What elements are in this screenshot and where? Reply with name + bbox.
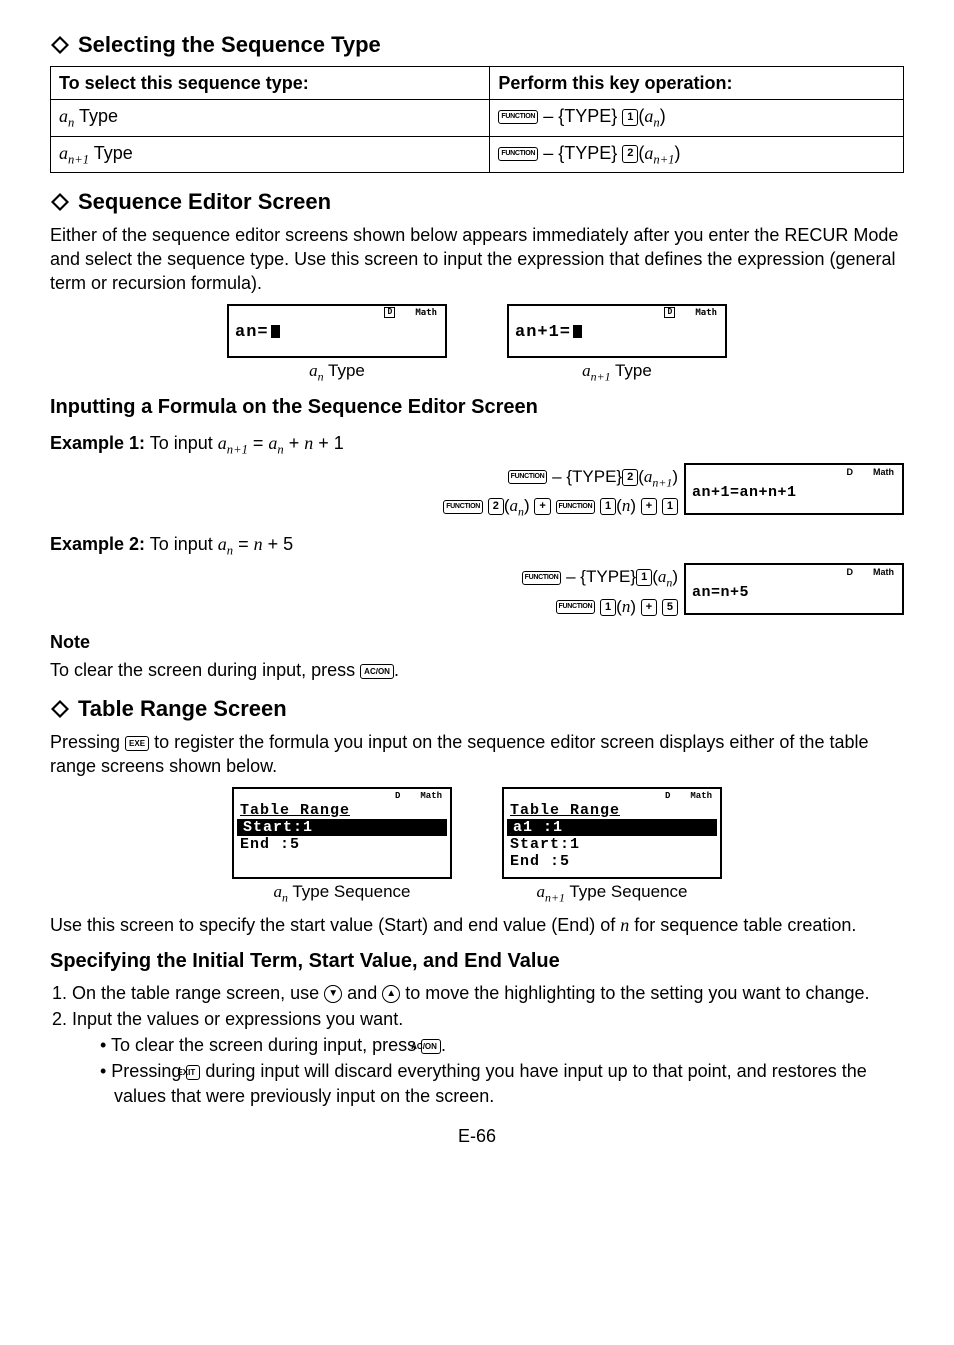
table-header-type: To select this sequence type:: [51, 66, 490, 99]
function-key-icon: FUNCTION: [498, 110, 538, 124]
inputting-formula-heading: Inputting a Formula on the Sequence Edit…: [50, 394, 904, 421]
function-key-icon: FUNCTION: [556, 600, 596, 614]
table-row: an+1 Type FUNCTION – {TYPE} 2(an+1): [51, 136, 904, 173]
steps-list: On the table range screen, use ▼ and ▲ t…: [72, 981, 904, 1108]
cell-type-an1: an+1 Type: [51, 136, 490, 173]
example-1-line: Example 1: To input an+1 = an + n + 1: [50, 431, 904, 459]
key-2-icon: 2: [622, 145, 638, 162]
exit-key-icon: EXIT: [186, 1065, 200, 1080]
d-indicator-icon: D: [847, 466, 854, 478]
heading-text: Table Range Screen: [78, 694, 287, 724]
bullet-2: • Pressing EXIT during input will discar…: [100, 1059, 904, 1108]
note-text: To clear the screen during input, press …: [50, 658, 904, 682]
key-2-icon: 2: [488, 498, 504, 515]
key-2-icon: 2: [622, 469, 638, 486]
math-indicator: Math: [420, 790, 442, 802]
table-header-operation: Perform this key operation:: [490, 66, 904, 99]
plus-key-icon: +: [641, 498, 657, 515]
specifying-values-heading: Specifying the Initial Term, Start Value…: [50, 948, 904, 975]
key-1-icon: 1: [600, 498, 616, 515]
example-1-keyseq: FUNCTION – {TYPE}2(an+1) FUNCTION 2(an) …: [50, 463, 904, 522]
table-range-screens-row: DMath Table Range Start:1 End :5 an Type…: [50, 787, 904, 905]
section-sequence-editor-heading: Sequence Editor Screen: [50, 187, 904, 217]
function-key-icon: FUNCTION: [443, 500, 483, 514]
bullet-1: • To clear the screen during input, pres…: [100, 1033, 904, 1057]
editor-screens-row: DMath an= an Type DMath an+1= an+1 Type: [50, 304, 904, 384]
lcd-screen-an: DMath an=: [227, 304, 447, 358]
table-row: an Type FUNCTION – {TYPE} 1(an): [51, 99, 904, 136]
function-key-icon: FUNCTION: [508, 470, 548, 484]
lcd-caption: an+1 Type Sequence: [502, 881, 722, 905]
heading-text: Sequence Editor Screen: [78, 187, 331, 217]
d-indicator-icon: D: [384, 307, 395, 318]
lcd-table-range-an1: DMath Table Range a1 :1 Start:1 End :5: [502, 787, 722, 879]
key-1-icon: 1: [662, 498, 678, 515]
lcd-screen-an1: DMath an+1=: [507, 304, 727, 358]
function-key-icon: FUNCTION: [498, 147, 538, 161]
sequence-type-table: To select this sequence type: Perform th…: [50, 66, 904, 173]
diamond-icon: [50, 699, 70, 719]
math-indicator: Math: [415, 307, 437, 319]
section-selecting-sequence-type-heading: Selecting the Sequence Type: [50, 30, 904, 60]
cursor-icon: [271, 325, 280, 338]
key-1-icon: 1: [622, 109, 638, 126]
lcd-caption: an+1 Type: [507, 360, 727, 384]
diamond-icon: [50, 35, 70, 55]
function-key-icon: FUNCTION: [522, 571, 562, 585]
cell-op-an1: FUNCTION – {TYPE} 2(an+1): [490, 136, 904, 173]
up-arrow-icon: ▲: [382, 985, 400, 1003]
math-indicator: Math: [873, 566, 894, 578]
example-2-keyseq: FUNCTION – {TYPE}1(an) FUNCTION 1(n) + 5…: [50, 563, 904, 620]
plus-key-icon: +: [641, 599, 657, 616]
math-indicator: Math: [690, 790, 712, 802]
cell-op-an: FUNCTION – {TYPE} 1(an): [490, 99, 904, 136]
section-table-range-heading: Table Range Screen: [50, 694, 904, 724]
diamond-icon: [50, 192, 70, 212]
cursor-icon: [573, 325, 582, 338]
example-2-line: Example 2: To input an = n + 5: [50, 532, 904, 560]
exe-key-icon: EXE: [125, 736, 149, 751]
sub-bullet-list: • To clear the screen during input, pres…: [100, 1033, 904, 1108]
key-1-icon: 1: [636, 569, 652, 586]
step-1: On the table range screen, use ▼ and ▲ t…: [72, 981, 904, 1005]
lcd-table-range-an: DMath Table Range Start:1 End :5: [232, 787, 452, 879]
key-1-icon: 1: [600, 599, 616, 616]
d-indicator-icon: D: [665, 790, 670, 802]
acon-key-icon: AC/ON: [360, 664, 394, 679]
d-indicator-icon: D: [847, 566, 854, 578]
plus-key-icon: +: [534, 498, 550, 515]
sequence-editor-description: Either of the sequence editor screens sh…: [50, 223, 904, 296]
page-number: E-66: [50, 1124, 904, 1148]
math-indicator: Math: [873, 466, 894, 478]
key-5-icon: 5: [662, 599, 678, 616]
down-arrow-icon: ▼: [324, 985, 342, 1003]
table-range-description: Pressing EXE to register the formula you…: [50, 730, 904, 779]
lcd-caption: an Type: [227, 360, 447, 384]
lcd-screen-example2: DMath an=n+5: [684, 563, 904, 615]
cell-type-an: an Type: [51, 99, 490, 136]
lcd-screen-example1: DMath an+1=an+n+1: [684, 463, 904, 515]
acon-key-icon: AC/ON: [421, 1039, 441, 1054]
step-2: Input the values or expressions you want…: [72, 1007, 904, 1108]
note-heading: Note: [50, 630, 904, 654]
d-indicator-icon: D: [395, 790, 400, 802]
function-key-icon: FUNCTION: [556, 500, 596, 514]
d-indicator-icon: D: [664, 307, 675, 318]
math-indicator: Math: [695, 307, 717, 319]
table-range-usage: Use this screen to specify the start val…: [50, 913, 904, 937]
lcd-caption: an Type Sequence: [232, 881, 452, 905]
heading-text: Selecting the Sequence Type: [78, 30, 381, 60]
